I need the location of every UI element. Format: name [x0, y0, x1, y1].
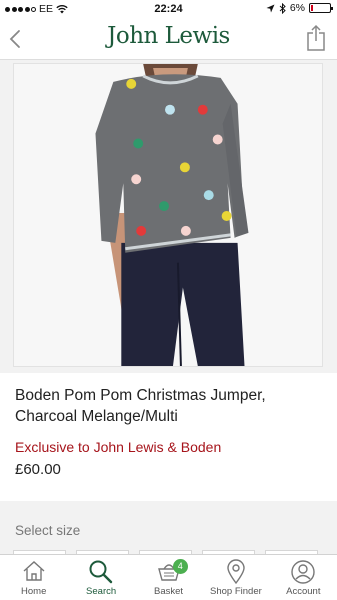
home-icon — [23, 561, 45, 581]
tab-shop-finder-label: Shop Finder — [210, 586, 262, 597]
search-icon — [89, 560, 113, 584]
jumper-photo — [14, 64, 322, 366]
product-image-area — [0, 60, 337, 372]
john-lewis-logo[interactable]: John Lewis — [0, 23, 337, 49]
product-title: Boden Pom Pom Christmas Jumper, Charcoal… — [15, 387, 266, 425]
battery-icon — [309, 3, 333, 13]
product-price: £60.00 — [15, 461, 61, 478]
tab-home-label: Home — [21, 586, 47, 597]
tab-account-label: Account — [286, 586, 321, 597]
basket-count-badge: 4 — [172, 559, 188, 574]
share-icon — [307, 24, 325, 51]
status-right: 6% — [266, 2, 333, 14]
tab-bar: Home Search 4 Basket Shop Finder Account — [0, 554, 337, 600]
battery-fill — [311, 5, 313, 11]
tab-home[interactable]: Home — [0, 555, 67, 600]
location-pin-icon — [227, 559, 245, 585]
tab-search-label: Search — [86, 586, 117, 597]
tab-shop-finder[interactable]: Shop Finder — [202, 555, 269, 600]
tab-account[interactable]: Account — [270, 555, 337, 600]
exclusive-label: Exclusive to John Lewis & Boden — [15, 439, 222, 455]
tab-basket[interactable]: 4 Basket — [135, 555, 202, 600]
account-icon — [291, 560, 316, 584]
product-info-panel: Boden Pom Pom Christmas Jumper, Charcoal… — [0, 373, 337, 501]
location-arrow-icon — [266, 4, 275, 12]
battery-percent: 6% — [289, 2, 305, 14]
bluetooth-icon — [279, 2, 286, 14]
navigation-bar: John Lewis — [0, 18, 337, 60]
tab-basket-label: Basket — [153, 586, 184, 597]
tab-search[interactable]: Search — [67, 555, 134, 600]
select-size-label: Select size — [15, 523, 81, 538]
status-bar: EE 22:24 6% — [0, 0, 337, 18]
product-image[interactable] — [13, 63, 323, 367]
share-button[interactable] — [306, 24, 326, 52]
